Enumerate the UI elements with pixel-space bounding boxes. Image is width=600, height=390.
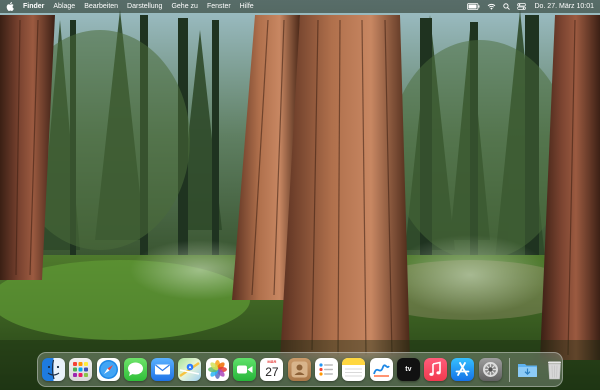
- menu-hilfe[interactable]: Hilfe: [240, 0, 254, 13]
- control-center-icon[interactable]: [517, 0, 527, 13]
- dock-freeform-icon[interactable]: [369, 358, 393, 381]
- desktop-wallpaper: [0, 0, 600, 390]
- battery-icon[interactable]: [467, 0, 480, 13]
- dock-contacts-icon[interactable]: [287, 358, 311, 381]
- calendar-day-number: 27: [265, 365, 279, 379]
- dock-reminders-icon[interactable]: [314, 358, 338, 381]
- dock-finder-icon[interactable]: [42, 358, 65, 381]
- dock-downloads-folder-icon[interactable]: [516, 358, 539, 381]
- menu-darstellung[interactable]: Darstellung: [127, 0, 162, 13]
- menubar-clock[interactable]: Do. 27. März 10:01: [534, 3, 594, 10]
- wifi-icon[interactable]: [487, 0, 496, 13]
- dock-trash-icon[interactable]: [543, 358, 566, 381]
- dock-system-settings-icon[interactable]: [478, 358, 502, 381]
- dock-facetime-icon[interactable]: [233, 358, 257, 381]
- calendar-month-label: MÄR: [267, 359, 277, 364]
- dock-appstore-icon[interactable]: [451, 358, 475, 381]
- search-icon[interactable]: [503, 0, 511, 13]
- dock-notes-icon[interactable]: [342, 358, 366, 381]
- dock: MÄR 27 tv: [37, 352, 563, 387]
- menu-bar: Finder Ablage Bearbeiten Darstellung Geh…: [0, 0, 600, 13]
- menu-bearbeiten[interactable]: Bearbeiten: [84, 0, 118, 13]
- dock-music-icon[interactable]: [424, 358, 448, 381]
- menu-fenster[interactable]: Fenster: [207, 0, 231, 13]
- dock-mail-icon[interactable]: [151, 358, 175, 381]
- dock-photos-icon[interactable]: [205, 358, 229, 381]
- dock-tv-icon[interactable]: tv: [396, 358, 420, 381]
- tv-label: tv: [405, 366, 412, 373]
- dock-calendar-icon[interactable]: MÄR 27: [260, 358, 284, 381]
- dock-separator: [509, 357, 511, 382]
- dock-launchpad-icon[interactable]: [69, 358, 93, 381]
- menu-app-finder[interactable]: Finder: [23, 0, 44, 13]
- menu-ablage[interactable]: Ablage: [53, 0, 75, 13]
- apple-menu-icon[interactable]: [6, 2, 14, 11]
- dock-maps-icon[interactable]: [178, 358, 202, 381]
- menu-gehe-zu[interactable]: Gehe zu: [171, 0, 197, 13]
- dock-messages-icon[interactable]: [123, 358, 147, 381]
- dock-safari-icon[interactable]: [96, 358, 120, 381]
